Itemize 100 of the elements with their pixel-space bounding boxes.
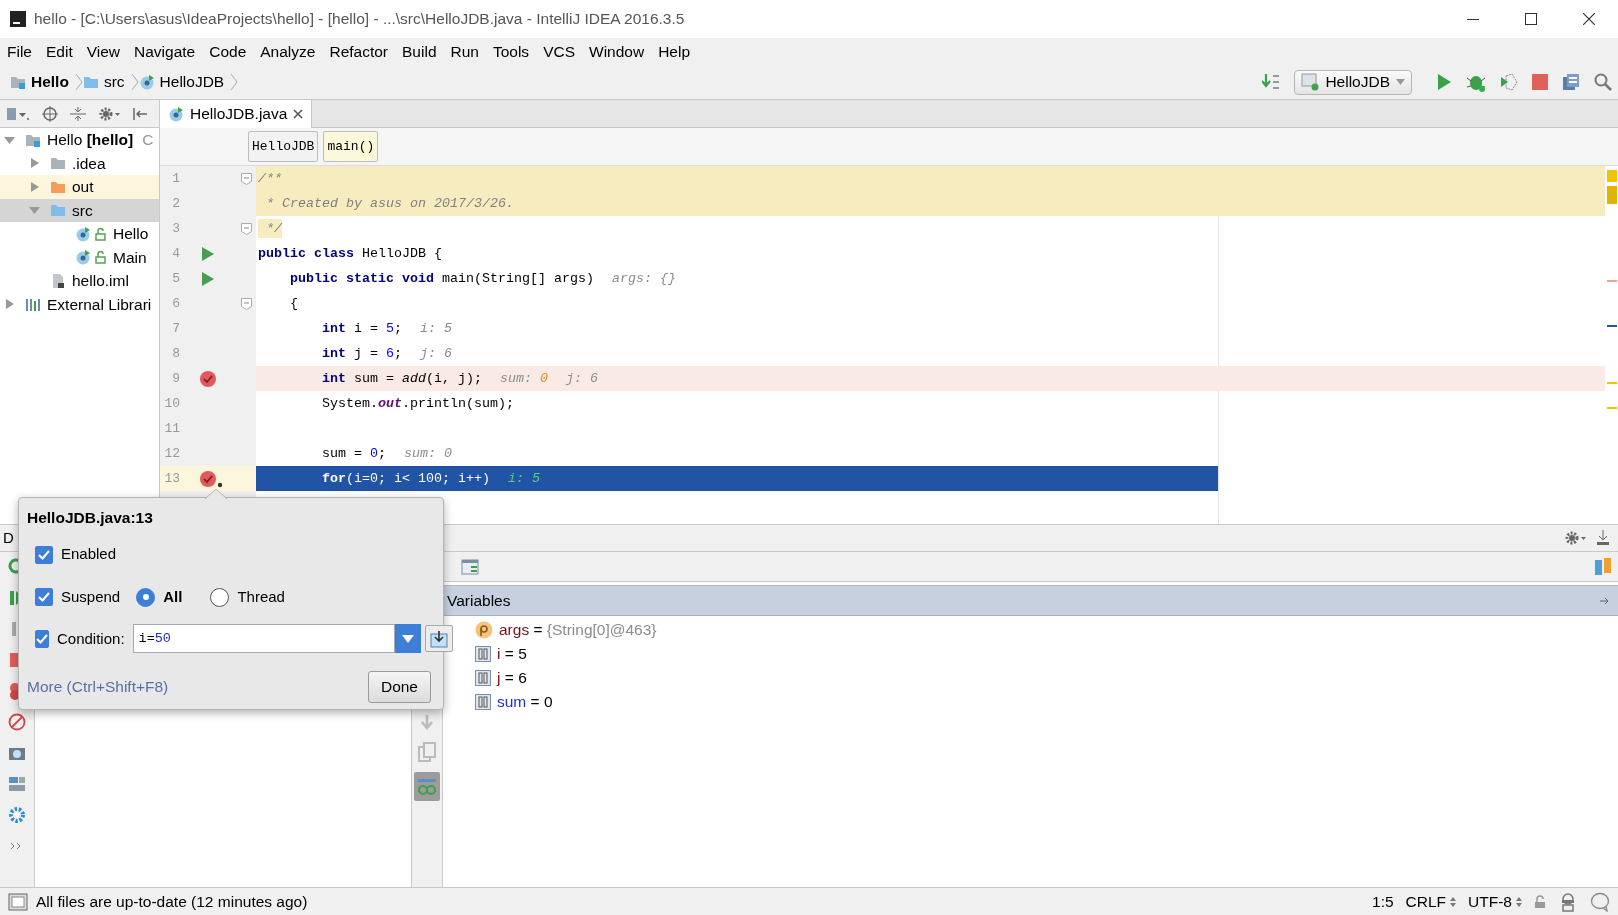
- collapse-icon[interactable]: [70, 105, 86, 122]
- inline-value-hint: j: 6: [420, 344, 452, 363]
- fold-icon[interactable]: [240, 222, 252, 235]
- threads-icon[interactable]: [1594, 556, 1612, 577]
- vcs-update-icon[interactable]: [1262, 73, 1281, 91]
- table-icon[interactable]: [461, 558, 479, 575]
- variable-icon: [475, 646, 491, 662]
- mute-breakpoints-icon[interactable]: [8, 713, 26, 731]
- menu-item[interactable]: File: [0, 38, 39, 65]
- close-icon: [1583, 13, 1595, 25]
- fold-icon[interactable]: [240, 297, 252, 310]
- tree-row[interactable]: External Librari: [0, 292, 159, 316]
- line-number: 5: [171, 269, 180, 288]
- coverage-icon[interactable]: [1500, 73, 1518, 91]
- editor-icon: [429, 629, 448, 648]
- cursor-position[interactable]: 1:5: [1372, 889, 1394, 914]
- locate-icon[interactable]: [42, 105, 58, 122]
- notifications-icon[interactable]: [1590, 891, 1610, 912]
- variable-entry[interactable]: sum = 0: [497, 690, 553, 714]
- menu-item[interactable]: VCS: [536, 38, 582, 65]
- copy-icon[interactable]: [418, 742, 436, 762]
- code-line: int j = 6;: [321, 344, 402, 363]
- radio-label[interactable]: All: [163, 585, 183, 609]
- step-down-icon[interactable]: [419, 714, 435, 732]
- expand-editor-button[interactable]: [424, 625, 453, 653]
- view-mode-icon[interactable]: [6, 105, 30, 122]
- fold-icon[interactable]: [240, 172, 252, 185]
- parameter-icon: [475, 621, 493, 639]
- line-number: 3: [171, 219, 180, 238]
- menu-item[interactable]: Refactor: [322, 38, 396, 65]
- tree-row[interactable]: .idea: [0, 151, 159, 175]
- variable-entry[interactable]: args = {String[0]@463}: [499, 618, 657, 642]
- structure-crumb[interactable]: main(): [323, 130, 379, 163]
- file-encoding[interactable]: UTF-8: [1468, 889, 1512, 914]
- project-structure-icon[interactable]: [1562, 73, 1580, 91]
- run-config-dropdown[interactable]: HelloJDB: [1294, 69, 1412, 95]
- tree-row[interactable]: Main: [0, 245, 159, 269]
- tree-label: out: [72, 177, 94, 198]
- settings-icon[interactable]: [8, 806, 26, 824]
- hide-icon[interactable]: [1596, 530, 1610, 546]
- menu-item[interactable]: Window: [582, 38, 652, 65]
- menu-item[interactable]: Code: [202, 38, 254, 65]
- variable-entry[interactable]: i = 5: [497, 642, 527, 666]
- search-icon[interactable]: [1594, 73, 1612, 91]
- checkbox[interactable]: [35, 588, 53, 606]
- menu-item[interactable]: Navigate: [127, 38, 203, 65]
- breakpoint-icon[interactable]: [199, 369, 217, 388]
- run-icon[interactable]: [1436, 73, 1452, 91]
- variable-icon: [475, 694, 491, 710]
- tree-label: Hello [hello]: [47, 130, 134, 151]
- menu-item[interactable]: Edit: [39, 38, 80, 65]
- editor-tab[interactable]: HelloJDB.java: [160, 100, 313, 128]
- code-line: public class HelloJDB {: [258, 244, 442, 263]
- structure-crumb[interactable]: HelloJDB: [248, 130, 319, 163]
- inline-value-hint: i: 5: [420, 319, 452, 338]
- tree-row[interactable]: src: [0, 198, 159, 222]
- checkbox[interactable]: [35, 545, 53, 564]
- radio-button[interactable]: [210, 587, 230, 607]
- radio-label[interactable]: Thread: [237, 585, 285, 609]
- menu-item[interactable]: View: [79, 38, 128, 65]
- watches-toggle[interactable]: [414, 772, 440, 801]
- menu-item[interactable]: Help: [651, 38, 698, 65]
- hide-panel-icon[interactable]: [132, 105, 148, 122]
- library-icon: [25, 296, 41, 313]
- breadcrumb-item[interactable]: src: [103, 70, 125, 94]
- dropdown-button[interactable]: [394, 624, 421, 654]
- condition-field[interactable]: i=50: [132, 624, 395, 654]
- run-gutter-icon[interactable]: [201, 270, 215, 287]
- tree-row[interactable]: hello.iml: [0, 269, 159, 293]
- run-gutter-icon[interactable]: [201, 245, 215, 262]
- line-separator[interactable]: CRLF: [1405, 889, 1447, 914]
- checkbox-label[interactable]: Enabled: [61, 543, 117, 566]
- layout-icon[interactable]: [8, 775, 26, 793]
- tree-row[interactable]: out: [0, 175, 159, 199]
- settings-icon[interactable]: [98, 105, 120, 122]
- inline-value-hint: i: 5: [507, 469, 540, 488]
- breadcrumb-item[interactable]: Hello: [31, 70, 69, 94]
- checkbox-label[interactable]: Condition:: [57, 627, 125, 650]
- radio-button[interactable]: [136, 587, 156, 607]
- check-icon: [38, 549, 50, 560]
- more-link[interactable]: More (Ctrl+Shift+F8): [27, 675, 169, 699]
- line-number: 6: [171, 294, 180, 313]
- line-number: 11: [163, 419, 180, 438]
- settings-icon[interactable]: [1564, 530, 1586, 546]
- lock-icon[interactable]: [1534, 894, 1546, 909]
- close-icon[interactable]: [293, 109, 304, 119]
- tree-row[interactable]: Hello: [0, 222, 159, 246]
- breadcrumb-item[interactable]: HelloJDB: [159, 70, 225, 94]
- menu-item[interactable]: Build: [395, 38, 444, 65]
- tree-row[interactable]: Hello [hello] C: [0, 128, 159, 152]
- menu-item[interactable]: Tools: [485, 38, 537, 65]
- done-button[interactable]: Done: [367, 671, 431, 703]
- checkbox-label[interactable]: Suspend: [61, 585, 121, 609]
- menu-item[interactable]: Run: [443, 38, 486, 65]
- panel-toggle-icon[interactable]: [8, 892, 28, 911]
- checkbox[interactable]: [35, 629, 49, 648]
- menu-item[interactable]: Analyze: [253, 38, 323, 65]
- conditional-breakpoint-icon[interactable]: [199, 469, 223, 488]
- code-line: System.out.println(sum);: [321, 394, 514, 413]
- variable-entry[interactable]: j = 6: [497, 666, 527, 690]
